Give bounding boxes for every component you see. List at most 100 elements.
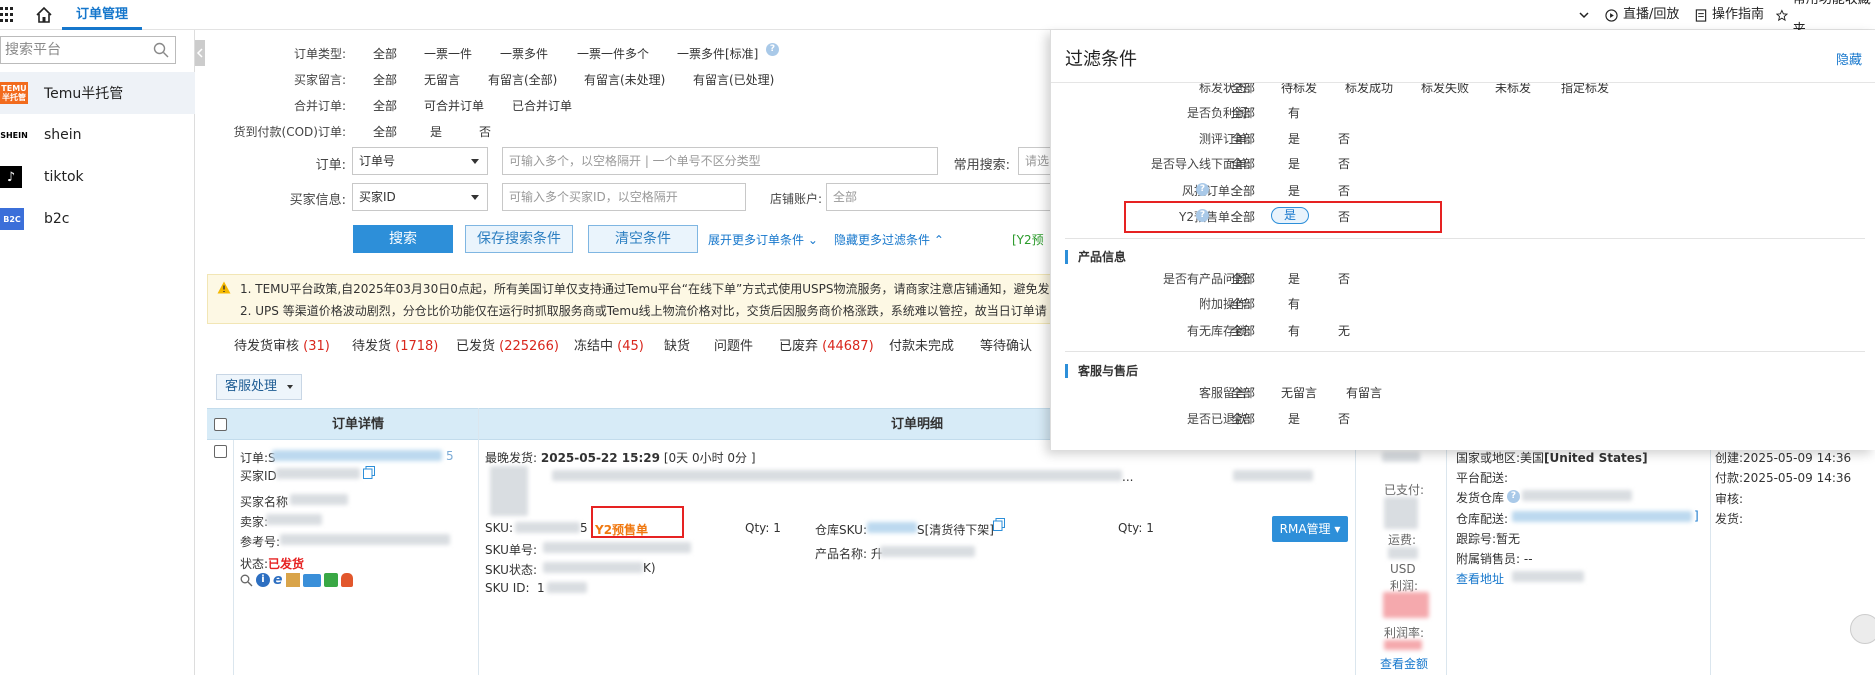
collapse-chevron-icon[interactable]	[1578, 0, 1590, 30]
live-replay-link[interactable]: 直播/回放	[1605, 0, 1679, 30]
refunded-no[interactable]: 否	[1338, 410, 1350, 427]
common-search-select[interactable]: 请选	[1018, 147, 1052, 175]
buyer-message-none[interactable]: 无留言	[424, 71, 460, 88]
help-icon[interactable]: ?	[1507, 490, 1520, 503]
cs-message-all[interactable]: 全部	[1231, 384, 1255, 401]
negative-profit-yes[interactable]: 有	[1288, 104, 1300, 121]
review-order-all[interactable]: 全部	[1231, 130, 1255, 147]
buyer-message-unprocessed[interactable]: 有留言(未处理)	[584, 71, 665, 88]
copy-icon[interactable]	[993, 518, 1005, 531]
stock-lock-no[interactable]: 无	[1338, 322, 1350, 339]
view-address-link[interactable]: 查看地址	[1456, 570, 1504, 587]
box-icon[interactable]	[285, 573, 300, 587]
risk-order-no[interactable]: 否	[1338, 182, 1350, 199]
sidebar-item-temu[interactable]: TEMU 半托管 Temu半托管	[0, 72, 195, 114]
buyer-id-input[interactable]: 可输入多个买家ID，以空格隔开	[502, 183, 746, 211]
review-order-yes[interactable]: 是	[1288, 130, 1300, 147]
extra-action-all[interactable]: 全部	[1231, 295, 1255, 312]
status-tab-pending-review[interactable]: 待发货审核 (31)	[234, 335, 330, 354]
help-icon[interactable]: ?	[1196, 183, 1209, 196]
assistant-avatar[interactable]	[1850, 614, 1875, 644]
merge-order-all[interactable]: 全部	[373, 97, 397, 114]
cs-message-none[interactable]: 无留言	[1281, 384, 1317, 401]
search-button[interactable]: 搜索	[353, 225, 453, 253]
stock-lock-yes[interactable]: 有	[1288, 322, 1300, 339]
order-type-all[interactable]: 全部	[373, 45, 397, 62]
product-issue-yes[interactable]: 是	[1288, 270, 1300, 287]
y2-presale-all[interactable]: 全部	[1231, 208, 1255, 225]
extra-action-yes[interactable]: 有	[1288, 295, 1300, 312]
clear-conditions-button[interactable]: 清空条件	[588, 225, 698, 253]
status-tab-pending-ship[interactable]: 待发货 (1718)	[352, 335, 438, 354]
money-bag-icon[interactable]	[340, 573, 353, 587]
order-number-input[interactable]: 可输入多个，以空格隔开 | 一个单号不区分类型	[502, 147, 938, 175]
ie-icon[interactable]: e	[273, 572, 283, 588]
review-order-no[interactable]: 否	[1338, 130, 1350, 147]
save-search-button[interactable]: 保存搜索条件	[465, 225, 573, 253]
order-type-single-multiple[interactable]: 一票一件多个	[577, 45, 649, 62]
guide-link[interactable]: 操作指南	[1695, 0, 1764, 30]
truck-icon[interactable]	[302, 573, 321, 587]
negative-profit-all[interactable]: 全部	[1231, 104, 1255, 121]
store-account-select[interactable]: 全部	[826, 183, 1052, 211]
buyer-message-processed[interactable]: 有留言(已处理)	[693, 71, 774, 88]
help-icon[interactable]: ?	[1196, 209, 1209, 222]
help-icon[interactable]: ?	[766, 43, 779, 56]
merge-order-merged[interactable]: 已合并订单	[512, 97, 572, 114]
status-tab-frozen[interactable]: 冻结中 (45)	[574, 335, 644, 354]
apps-grid-icon[interactable]	[0, 7, 14, 23]
offline-label-import-no[interactable]: 否	[1338, 155, 1350, 172]
cod-yes[interactable]: 是	[430, 123, 442, 140]
offline-label-import-all[interactable]: 全部	[1231, 155, 1255, 172]
status-tab-problem[interactable]: 问题件	[714, 335, 753, 354]
select-all-checkbox[interactable]	[214, 418, 227, 431]
order-type-multi-standard[interactable]: 一票多件[标准]	[677, 45, 758, 62]
rma-management-button[interactable]: RMA管理 ▾	[1272, 516, 1348, 542]
order-type-single[interactable]: 一票一件	[424, 45, 472, 62]
cod-no[interactable]: 否	[479, 123, 491, 140]
order-type-multi[interactable]: 一票多件	[500, 45, 548, 62]
risk-order-yes[interactable]: 是	[1288, 182, 1300, 199]
status-tab-shipped[interactable]: 已发货 (225266)	[456, 335, 559, 354]
buyer-message-all[interactable]: 全部	[373, 71, 397, 88]
merge-order-mergeable[interactable]: 可合并订单	[424, 97, 484, 114]
hide-more-filters-link[interactable]: 隐藏更多过滤条件 ⌃	[834, 231, 944, 248]
expand-more-conditions-link[interactable]: 展开更多订单条件 ⌄	[708, 231, 818, 248]
offline-label-import-yes[interactable]: 是	[1288, 155, 1300, 172]
status-tab-awaiting-confirm[interactable]: 等待确认	[980, 335, 1032, 354]
status-tab-abandoned[interactable]: 已废弃 (44687)	[779, 335, 874, 354]
tab-order-management[interactable]: 订单管理	[62, 0, 143, 30]
product-issue-all[interactable]: 全部	[1231, 270, 1255, 287]
order-type-select[interactable]: 订单号	[352, 147, 488, 175]
y2-presale-tag[interactable]: [Y2预	[1012, 231, 1044, 248]
stock-lock-all[interactable]: 全部	[1231, 322, 1255, 339]
refunded-yes[interactable]: 是	[1288, 410, 1300, 427]
cs-message-has[interactable]: 有留言	[1346, 384, 1382, 401]
row-checkbox[interactable]	[214, 445, 227, 458]
common-functions-link[interactable]: 常用功能收藏夹	[1776, 0, 1875, 37]
view-amount-link[interactable]: 查看金额	[1380, 655, 1428, 672]
magnifier-icon[interactable]	[240, 574, 253, 587]
hide-filter-panel-button[interactable]: 隐藏	[1836, 49, 1862, 68]
sidebar-item-shein[interactable]: SHEIN shein	[0, 114, 195, 156]
sidebar-item-b2c[interactable]: B2C b2c	[0, 198, 195, 240]
copy-icon[interactable]	[363, 466, 375, 479]
status-tab-out-of-stock[interactable]: 缺货	[664, 335, 690, 354]
buyer-id-select[interactable]: 买家ID	[352, 183, 488, 211]
check-doc-icon[interactable]	[323, 573, 338, 587]
sidebar-item-tiktok[interactable]: ♪ tiktok	[0, 156, 195, 198]
cod-all[interactable]: 全部	[373, 123, 397, 140]
info-icon[interactable]: i	[256, 573, 270, 587]
search-icon[interactable]	[153, 42, 169, 58]
risk-order-all[interactable]: 全部	[1231, 182, 1255, 199]
y2-presale-yes-selected[interactable]: 是	[1271, 207, 1309, 224]
platform-search-input[interactable]: 搜索平台	[0, 36, 176, 64]
status-tab-payment-incomplete[interactable]: 付款未完成	[889, 335, 954, 354]
y2-presale-no[interactable]: 否	[1338, 208, 1350, 225]
product-thumbnail[interactable]	[490, 466, 528, 516]
sidebar-collapse-button[interactable]	[195, 40, 205, 66]
product-issue-no[interactable]: 否	[1338, 270, 1350, 287]
home-icon[interactable]	[34, 5, 54, 25]
refunded-all[interactable]: 全部	[1231, 410, 1255, 427]
buyer-message-all-messages[interactable]: 有留言(全部)	[488, 71, 557, 88]
